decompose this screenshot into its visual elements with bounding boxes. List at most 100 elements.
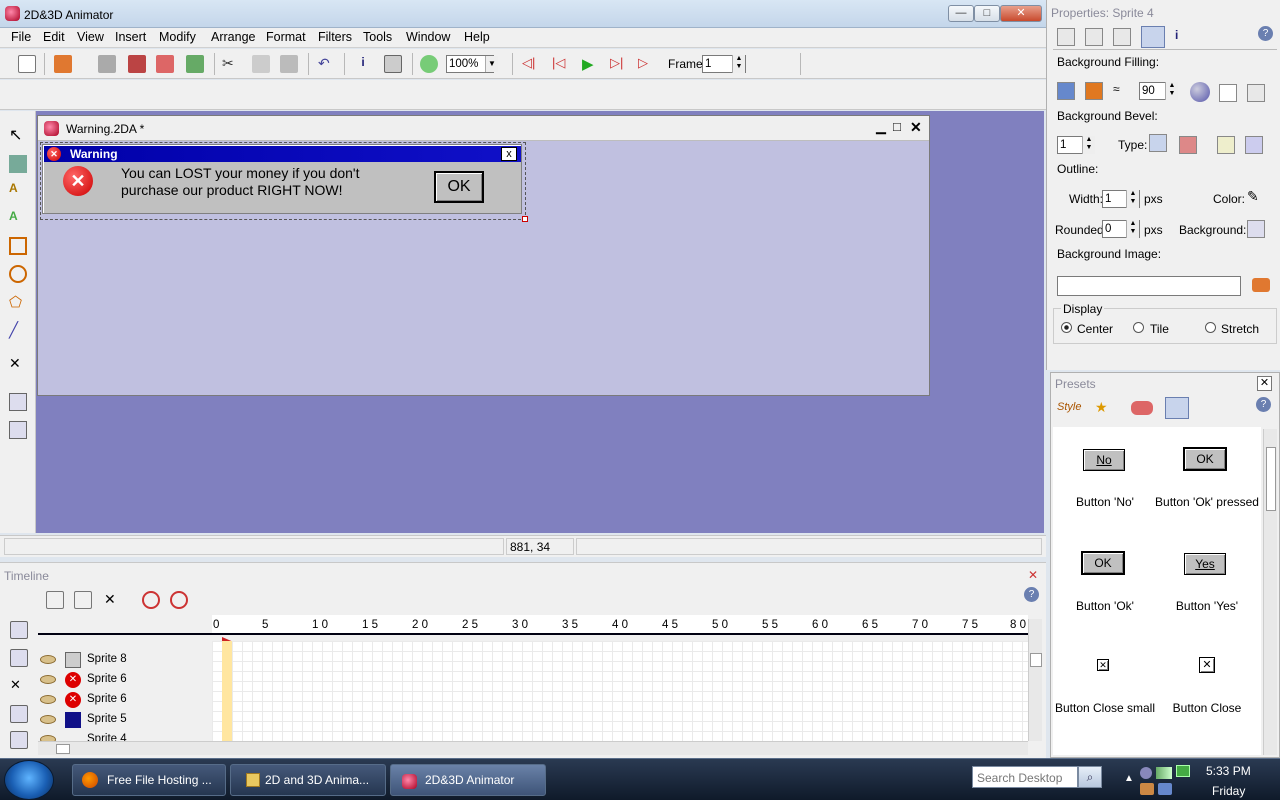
- export-icon[interactable]: [128, 55, 146, 73]
- polygon-icon[interactable]: ⬠: [9, 293, 27, 311]
- timeline-help-icon[interactable]: ?: [1024, 587, 1039, 602]
- menu-file[interactable]: File: [11, 30, 31, 44]
- clock-time[interactable]: 5:33 PM: [1206, 764, 1251, 778]
- timeline-grid[interactable]: [212, 641, 1028, 741]
- text-icon[interactable]: A: [9, 181, 27, 199]
- chevron-down-icon[interactable]: ▼: [485, 56, 498, 72]
- layer-row[interactable]: Sprite 4: [38, 731, 213, 741]
- menu-window[interactable]: Window: [406, 30, 450, 44]
- menu-tools[interactable]: Tools: [363, 30, 392, 44]
- tray-network-icon[interactable]: [1140, 767, 1152, 779]
- timeline-tool-3-icon[interactable]: ✕: [104, 591, 122, 609]
- paste-icon[interactable]: [280, 55, 298, 73]
- first-frame-icon[interactable]: ◁|: [522, 55, 540, 73]
- last-frame-icon[interactable]: ▷: [638, 55, 656, 73]
- play-icon[interactable]: ▶: [582, 55, 600, 73]
- tab-position-icon[interactable]: [1057, 28, 1075, 46]
- presets-help-icon[interactable]: ?: [1256, 397, 1271, 412]
- doc-close-button[interactable]: ✕: [910, 119, 922, 136]
- pattern-icon[interactable]: ≈: [1113, 82, 1131, 100]
- menu-insert[interactable]: Insert: [115, 30, 146, 44]
- pointer-icon[interactable]: ↖: [9, 125, 27, 144]
- menu-format[interactable]: Format: [266, 30, 306, 44]
- menu-filters[interactable]: Filters: [318, 30, 352, 44]
- presets-close-button[interactable]: ✕: [1257, 376, 1272, 391]
- copy-icon[interactable]: [252, 55, 270, 73]
- publish-icon[interactable]: [186, 55, 204, 73]
- open-icon[interactable]: [54, 55, 72, 73]
- timeline-left-tool-2-icon[interactable]: [10, 649, 28, 667]
- gradient-icon[interactable]: [1085, 82, 1103, 100]
- radio-tile[interactable]: [1133, 322, 1144, 333]
- angle-dial[interactable]: [1190, 82, 1210, 102]
- maximize-button[interactable]: □: [974, 5, 1000, 22]
- text-effect-icon[interactable]: A: [9, 209, 27, 227]
- timeline-left-tool-5-icon[interactable]: [10, 731, 28, 749]
- browse-icon[interactable]: [1252, 278, 1270, 292]
- search-desktop-input[interactable]: Search Desktop: [972, 766, 1078, 788]
- eye-icon[interactable]: [40, 655, 56, 664]
- bevel-color-1[interactable]: [1217, 136, 1235, 154]
- undo-icon[interactable]: ↶: [318, 55, 336, 73]
- import-icon[interactable]: [156, 55, 174, 73]
- timeline-left-tool-3-icon[interactable]: ✕: [10, 677, 28, 695]
- timeline-vscroll-thumb[interactable]: [1030, 653, 1042, 667]
- tray-monitor-icon[interactable]: [1176, 765, 1190, 777]
- bevel-color-2[interactable]: [1245, 136, 1263, 154]
- ellipse-icon[interactable]: [9, 265, 27, 283]
- radio-center[interactable]: [1061, 322, 1072, 333]
- menu-help[interactable]: Help: [464, 30, 490, 44]
- tab-fill-icon[interactable]: [1141, 26, 1165, 48]
- timeline-hscrollbar[interactable]: [38, 741, 1028, 755]
- grid-icon[interactable]: [384, 55, 402, 73]
- minimize-button[interactable]: —: [948, 5, 974, 22]
- layer-row[interactable]: ✕ Sprite 6: [38, 671, 213, 691]
- doc-minimize-button[interactable]: ▁: [876, 119, 886, 135]
- send-back-icon[interactable]: [9, 421, 27, 439]
- sprites-tab-icon[interactable]: [1165, 397, 1189, 419]
- menu-edit[interactable]: Edit: [43, 30, 65, 44]
- zoom-icon[interactable]: [420, 55, 438, 73]
- menu-view[interactable]: View: [77, 30, 104, 44]
- timeline-left-tool-4-icon[interactable]: [10, 705, 28, 723]
- new-icon[interactable]: [18, 55, 36, 73]
- layer-row[interactable]: Sprite 8: [38, 651, 213, 671]
- next-frame-icon[interactable]: ▷|: [610, 55, 628, 73]
- rounded-stepper[interactable]: ▲ ▼: [1126, 220, 1139, 238]
- preset-close-button[interactable]: ✕: [1199, 657, 1215, 673]
- layer-row[interactable]: ✕ Sprite 6: [38, 691, 213, 711]
- menu-modify[interactable]: Modify: [159, 30, 196, 44]
- image-icon[interactable]: [9, 155, 27, 173]
- keyframe-add-icon[interactable]: [142, 591, 160, 609]
- fill-lines-icon[interactable]: [1247, 84, 1265, 102]
- radio-stretch[interactable]: [1205, 322, 1216, 333]
- search-icon[interactable]: ⌕: [1078, 766, 1102, 788]
- tab-frames-icon[interactable]: [1085, 28, 1103, 46]
- save-icon[interactable]: [98, 55, 116, 73]
- rectangle-icon[interactable]: [9, 237, 27, 255]
- bevel-stepper[interactable]: ▲ ▼: [1082, 136, 1095, 154]
- start-button[interactable]: [4, 760, 54, 800]
- tray-signal-icon[interactable]: [1156, 767, 1172, 779]
- close-button[interactable]: ✕: [1000, 5, 1042, 22]
- preset-ok-pressed-button[interactable]: OK: [1183, 447, 1227, 471]
- doc-maximize-button[interactable]: □: [893, 119, 901, 134]
- eye-icon[interactable]: [40, 695, 56, 704]
- background-color-icon[interactable]: [1247, 220, 1265, 238]
- presets-scrollbar[interactable]: [1263, 429, 1277, 755]
- angle-stepper[interactable]: ▲ ▼: [1165, 82, 1178, 100]
- timeline-close-button[interactable]: ✕: [1028, 568, 1038, 582]
- tray-volume-icon[interactable]: [1158, 783, 1172, 795]
- fill-none-icon[interactable]: [1219, 84, 1237, 102]
- preset-close-small-button[interactable]: ✕: [1097, 659, 1109, 671]
- timeline-tool-2-icon[interactable]: [74, 591, 92, 609]
- line-icon[interactable]: ╱: [9, 321, 27, 339]
- timeline-left-tool-1-icon[interactable]: [10, 621, 28, 639]
- eye-icon[interactable]: [40, 715, 56, 724]
- prev-frame-icon[interactable]: |◁: [552, 55, 570, 73]
- timeline-hscroll-thumb[interactable]: [56, 744, 70, 754]
- presets-scroll-thumb[interactable]: [1266, 447, 1276, 511]
- pen-icon[interactable]: ✎: [1247, 188, 1259, 205]
- bevel-type-sunken[interactable]: [1179, 136, 1197, 154]
- style-tab-icon[interactable]: Style: [1057, 401, 1081, 413]
